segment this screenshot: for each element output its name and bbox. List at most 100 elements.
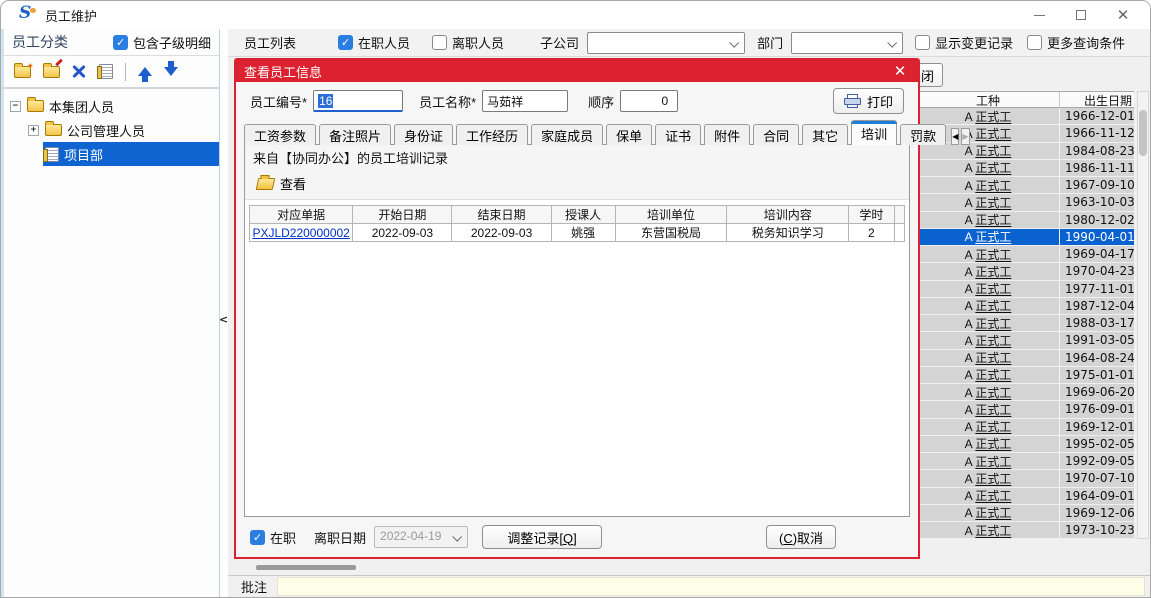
birth-date-cell: 1969-12-06 — [1060, 506, 1134, 520]
note-bar: 批注 — [228, 575, 1150, 597]
checkbox-icon[interactable] — [113, 35, 128, 50]
minimize-button[interactable] — [1018, 1, 1060, 29]
training-column-header[interactable]: 对应单据 — [250, 206, 353, 224]
tab-身份证[interactable]: 身份证 — [394, 124, 453, 145]
dialog-titlebar[interactable]: 查看员工信息 ✕ — [236, 60, 918, 82]
birth-date-cell: 1992-09-05 — [1060, 454, 1134, 468]
checkbox-icon[interactable] — [432, 35, 447, 50]
table-row[interactable]: A 正式工1991-03-05 — [917, 332, 1134, 349]
delete-category-icon[interactable] — [72, 64, 87, 79]
checkbox-icon[interactable] — [250, 530, 265, 545]
collapse-panel-handle[interactable]: < — [219, 309, 228, 331]
table-row[interactable]: A 正式工1966-11-12 — [917, 125, 1134, 142]
table-row[interactable]: A 正式工1969-04-17 — [917, 246, 1134, 263]
print-button[interactable]: 打印 — [833, 88, 904, 114]
training-column-header[interactable]: 结束日期 — [452, 206, 551, 224]
move-down-icon[interactable] — [164, 67, 178, 76]
more-filters-checkbox[interactable]: 更多查询条件 — [1027, 33, 1125, 52]
tree-expander-icon[interactable]: + — [28, 125, 39, 136]
checkbox-icon[interactable] — [1027, 35, 1042, 50]
inactive-employees-checkbox[interactable]: 离职人员 — [432, 33, 504, 52]
training-column-header[interactable]: 学时 — [849, 206, 894, 224]
table-row[interactable]: A 正式工1964-08-24 — [917, 350, 1134, 367]
open-folder-icon — [256, 178, 276, 190]
table-row[interactable]: A 正式工1973-10-23 — [917, 522, 1134, 539]
active-employees-checkbox[interactable]: 在职人员 — [338, 33, 410, 52]
vertical-scrollbar[interactable] — [1137, 91, 1149, 539]
tab-培训[interactable]: 培训 — [851, 120, 897, 145]
table-row[interactable]: A 正式工1964-09-01 — [917, 488, 1134, 505]
close-window-button[interactable]: ✕ — [1102, 1, 1144, 29]
maximize-button[interactable] — [1060, 1, 1102, 29]
document-link[interactable]: PXJLD220000002 — [252, 226, 349, 240]
cancel-button[interactable]: (C)取消 — [766, 525, 836, 549]
table-row[interactable]: A 正式工1986-11-11 — [917, 160, 1134, 177]
table-row[interactable]: A 正式工1969-12-06 — [917, 505, 1134, 522]
note-input[interactable] — [277, 577, 1145, 596]
employed-checkbox[interactable]: 在职 — [250, 528, 296, 547]
tree-item[interactable]: 项目部 — [4, 142, 219, 166]
edit-category-icon[interactable] — [43, 66, 60, 78]
emp-name-input[interactable]: 马茹祥 — [482, 90, 568, 112]
tab-其它[interactable]: 其它 — [802, 124, 848, 145]
order-input[interactable]: 0 — [620, 90, 678, 112]
table-row[interactable]: A 正式工1988-03-17 — [917, 315, 1134, 332]
table-row[interactable]: A 正式工1970-04-23 — [917, 263, 1134, 280]
view-record-button[interactable]: 查看 — [253, 172, 310, 195]
checkbox-icon[interactable] — [338, 35, 353, 50]
table-row[interactable]: A 正式工1980-12-02 — [917, 212, 1134, 229]
table-row[interactable]: A 正式工1967-09-10 — [917, 177, 1134, 194]
tree-item[interactable]: +公司管理人员 — [4, 118, 219, 142]
department-dropdown[interactable] — [791, 32, 903, 54]
printer-icon — [844, 94, 861, 108]
emp-no-input[interactable]: 16 — [313, 90, 403, 112]
tab-工资参数[interactable]: 工资参数 — [244, 124, 316, 145]
column-work-type[interactable]: 工种 — [917, 92, 1060, 107]
checkbox-icon[interactable] — [915, 35, 930, 50]
tab-证书[interactable]: 证书 — [655, 124, 701, 145]
table-row[interactable]: A 正式工1969-06-20 — [917, 384, 1134, 401]
include-sub-checkbox[interactable]: 包含子级明细 — [113, 33, 211, 52]
table-row[interactable]: A 正式工1975-01-01 — [917, 367, 1134, 384]
table-row[interactable]: A 正式工1992-09-05 — [917, 453, 1134, 470]
tab-合同[interactable]: 合同 — [753, 124, 799, 145]
training-column-header[interactable]: 开始日期 — [353, 206, 452, 224]
department-label: 部门 — [757, 33, 783, 52]
tab-家庭成员[interactable]: 家庭成员 — [531, 124, 603, 145]
horizontal-scrollbar-thumb[interactable] — [256, 565, 356, 570]
table-row[interactable]: A 正式工1969-12-01 — [917, 419, 1134, 436]
training-row[interactable]: PXJLD2200000022022-09-032022-09-03姚强东营国税… — [250, 224, 905, 242]
tree-item[interactable]: −本集团人员 — [4, 94, 219, 118]
tab-罚款[interactable]: 罚款 — [900, 124, 946, 145]
table-row[interactable]: A 正式工1990-04-01 — [917, 229, 1134, 246]
table-row[interactable]: A 正式工1977-11-01 — [917, 281, 1134, 298]
table-row[interactable]: A 正式工1963-10-03 — [917, 194, 1134, 211]
tab-附件[interactable]: 附件 — [704, 124, 750, 145]
table-row[interactable]: A 正式工1987-12-04 — [917, 298, 1134, 315]
training-cell: 2022-09-03 — [452, 224, 551, 242]
tree-expander-icon[interactable]: − — [10, 101, 21, 112]
show-changes-checkbox[interactable]: 显示变更记录 — [915, 33, 1013, 52]
tab-scroll-left-button[interactable]: ◀ — [951, 128, 959, 145]
column-birth-date[interactable]: 出生日期 — [1060, 92, 1134, 107]
tab-工作经历[interactable]: 工作经历 — [456, 124, 528, 145]
adjust-records-button[interactable]: 调整记录[Q] — [482, 525, 602, 549]
table-row[interactable]: A 正式工1976-09-01 — [917, 401, 1134, 418]
category-tree: −本集团人员+公司管理人员项目部 — [4, 89, 219, 166]
move-up-icon[interactable] — [138, 67, 152, 76]
table-row[interactable]: A 正式工1995-02-05 — [917, 436, 1134, 453]
subsidiary-dropdown[interactable] — [587, 32, 745, 54]
training-column-header[interactable]: 培训单位 — [615, 206, 727, 224]
new-category-icon[interactable]: ✦ — [14, 66, 31, 78]
dialog-close-icon[interactable]: ✕ — [890, 62, 910, 80]
table-row[interactable]: A 正式工1966-12-01 — [917, 108, 1134, 125]
edit-document-icon[interactable] — [99, 64, 113, 79]
training-column-header[interactable]: 培训内容 — [727, 206, 849, 224]
table-row[interactable]: A 正式工1970-07-10 — [917, 470, 1134, 487]
table-row[interactable]: A 正式工1984-08-23 — [917, 143, 1134, 160]
tab-scroll-right-button[interactable]: ▶ — [961, 128, 969, 145]
tab-保单[interactable]: 保单 — [606, 124, 652, 145]
training-column-header[interactable]: 授课人 — [551, 206, 615, 224]
scrollbar-thumb[interactable] — [1139, 110, 1147, 156]
tab-备注照片[interactable]: 备注照片 — [319, 124, 391, 145]
